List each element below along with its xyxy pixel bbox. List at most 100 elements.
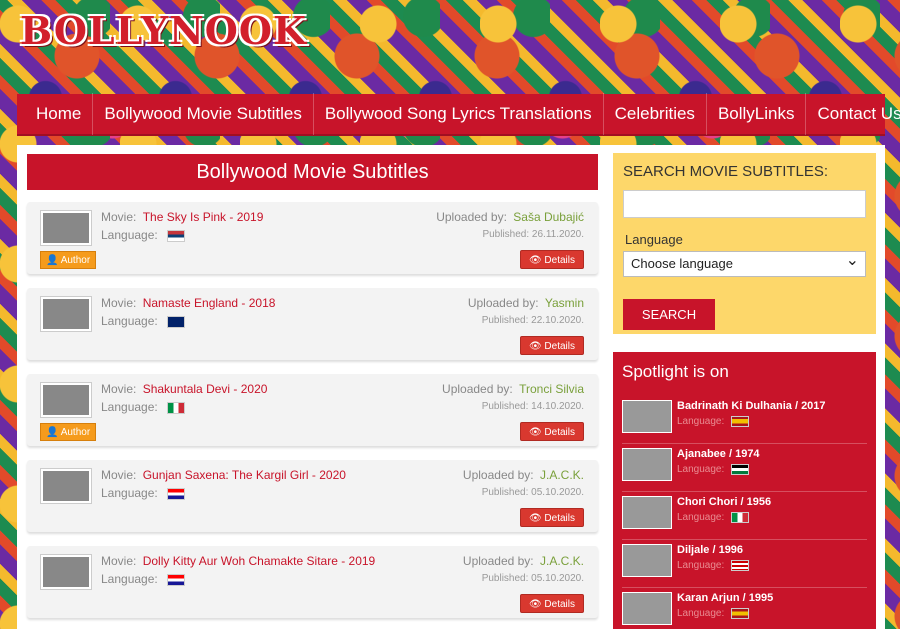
details-label: Details bbox=[544, 513, 575, 524]
movie-row: Movie: Shakuntala Devi - 2020 bbox=[101, 382, 267, 396]
movie-thumbnail[interactable] bbox=[40, 210, 92, 246]
language-label: Language: bbox=[101, 400, 158, 414]
nav-movie-subtitles[interactable]: Bollywood Movie Subtitles bbox=[93, 93, 314, 135]
movie-label: Movie: bbox=[101, 296, 137, 310]
italy-flag-icon bbox=[167, 401, 186, 414]
details-button[interactable]: 👁 Details bbox=[519, 508, 584, 527]
movie-thumbnail[interactable] bbox=[40, 554, 92, 590]
language-row: Language: bbox=[101, 228, 186, 242]
spotlight-title[interactable]: Chori Chori / 1956 bbox=[677, 496, 771, 508]
spotlight-thumbnail[interactable] bbox=[622, 448, 672, 481]
page-title: Bollywood Movie Subtitles bbox=[27, 154, 598, 190]
language-label: Language: bbox=[101, 486, 158, 500]
author-button[interactable]: 👤 Author bbox=[40, 423, 97, 441]
search-button[interactable]: SEARCH bbox=[623, 299, 715, 330]
details-label: Details bbox=[544, 599, 575, 610]
spotlight-title[interactable]: Karan Arjun / 1995 bbox=[677, 592, 773, 604]
spotlight-title[interactable]: Badrinath Ki Dulhania / 2017 bbox=[677, 400, 826, 412]
language-row: Language: bbox=[101, 314, 186, 328]
italy-flag-icon bbox=[731, 512, 750, 523]
spotlight-item[interactable]: Karan Arjun / 1995 Language: bbox=[622, 588, 867, 629]
details-label: Details bbox=[544, 341, 575, 352]
language-label: Language bbox=[625, 232, 683, 247]
author-label: Author bbox=[60, 427, 91, 438]
spotlight-title[interactable]: Ajanabee / 1974 bbox=[677, 448, 760, 460]
language-label: Language: bbox=[101, 572, 158, 586]
movie-label: Movie: bbox=[101, 382, 137, 396]
language-select[interactable]: Choose language bbox=[623, 250, 866, 277]
uploaded-by-label: Uploaded by: bbox=[436, 210, 507, 224]
movie-row: Movie: Namaste England - 2018 bbox=[101, 296, 275, 310]
spotlight-title[interactable]: Diljale / 1996 bbox=[677, 544, 743, 556]
uploader-row: Uploaded by: Saša Dubajić bbox=[436, 210, 584, 224]
subtitle-card: Movie: Gunjan Saxena: The Kargil Girl - … bbox=[27, 460, 598, 532]
nav-contact[interactable]: Contact Us bbox=[806, 93, 900, 135]
subtitle-card: Movie: The Sky Is Pink - 2019 Language: … bbox=[27, 202, 598, 274]
published-date: Published: 05.10.2020. bbox=[481, 487, 584, 498]
uploader-row: Uploaded by: J.A.C.K. bbox=[463, 468, 584, 482]
author-label: Author bbox=[60, 255, 91, 266]
subtitle-card: Movie: Shakuntala Devi - 2020 Language: … bbox=[27, 374, 598, 446]
movie-row: Movie: Gunjan Saxena: The Kargil Girl - … bbox=[101, 468, 346, 482]
nav-bollylinks[interactable]: BollyLinks bbox=[707, 93, 807, 135]
details-button[interactable]: 👁 Details bbox=[519, 250, 584, 269]
spotlight-language-label: Language: bbox=[677, 464, 725, 476]
spotlight-item[interactable]: Diljale / 1996 Language: bbox=[622, 540, 867, 588]
uploader-row: Uploaded by: Tronci Silvia bbox=[442, 382, 584, 396]
uploader-name[interactable]: J.A.C.K. bbox=[540, 554, 584, 568]
movie-thumbnail[interactable] bbox=[40, 468, 92, 504]
details-label: Details bbox=[544, 427, 575, 438]
uploader-row: Uploaded by: Yasmin bbox=[468, 296, 584, 310]
movie-thumbnail[interactable] bbox=[40, 382, 92, 418]
published-date: Published: 05.10.2020. bbox=[481, 573, 584, 584]
movie-thumbnail[interactable] bbox=[40, 296, 92, 332]
spotlight-item[interactable]: Ajanabee / 1974 Language: bbox=[622, 444, 867, 492]
details-button[interactable]: 👁 Details bbox=[519, 422, 584, 441]
spotlight-item[interactable]: Badrinath Ki Dulhania / 2017 Language: bbox=[622, 396, 867, 444]
spain-flag-icon bbox=[731, 416, 750, 427]
croatia-flag-icon bbox=[167, 487, 186, 500]
movie-label: Movie: bbox=[101, 554, 137, 568]
nav-song-lyrics[interactable]: Bollywood Song Lyrics Translations bbox=[314, 93, 604, 135]
spotlight-language: Language: bbox=[677, 608, 750, 619]
spotlight-thumbnail[interactable] bbox=[622, 496, 672, 529]
uploader-name[interactable]: Saša Dubajić bbox=[513, 210, 584, 224]
nav-home[interactable]: Home bbox=[25, 93, 94, 135]
spotlight-thumbnail[interactable] bbox=[622, 592, 672, 625]
uploaded-by-label: Uploaded by: bbox=[442, 382, 513, 396]
main-nav: Home Bollywood Movie Subtitles Bollywood… bbox=[17, 93, 900, 136]
movie-title[interactable]: The Sky Is Pink - 2019 bbox=[143, 210, 264, 224]
search-title: SEARCH MOVIE SUBTITLES: bbox=[623, 163, 829, 180]
spotlight-language-label: Language: bbox=[677, 416, 725, 428]
author-button[interactable]: 👤 Author bbox=[40, 251, 97, 269]
uploader-name[interactable]: Tronci Silvia bbox=[519, 382, 584, 396]
uploader-row: Uploaded by: J.A.C.K. bbox=[463, 554, 584, 568]
subtitle-card: Movie: Namaste England - 2018 Language: … bbox=[27, 288, 598, 360]
uploader-name[interactable]: Yasmin bbox=[545, 296, 584, 310]
nav-celebrities[interactable]: Celebrities bbox=[604, 93, 707, 135]
spotlight-thumbnail[interactable] bbox=[622, 400, 672, 433]
spotlight-item[interactable]: Chori Chori / 1956 Language: bbox=[622, 492, 867, 540]
serbia-flag-icon bbox=[167, 229, 186, 242]
spotlight-language: Language: bbox=[677, 512, 750, 523]
search-input[interactable] bbox=[623, 190, 866, 218]
spotlight-thumbnail[interactable] bbox=[622, 544, 672, 577]
content-area: Bollywood Movie Subtitles Movie: The Sky… bbox=[17, 145, 885, 629]
details-label: Details bbox=[544, 255, 575, 266]
movie-row: Movie: Dolly Kitty Aur Woh Chamakte Sita… bbox=[101, 554, 375, 568]
site-logo[interactable]: BOLLYNOOK bbox=[20, 8, 307, 53]
movie-title[interactable]: Gunjan Saxena: The Kargil Girl - 2020 bbox=[143, 468, 346, 482]
published-date: Published: 14.10.2020. bbox=[481, 401, 584, 412]
spain-flag-icon bbox=[731, 608, 750, 619]
malaysia-flag-icon bbox=[731, 560, 750, 571]
spotlight-panel: Spotlight is on Badrinath Ki Dulhania / … bbox=[613, 352, 876, 629]
movie-title[interactable]: Namaste England - 2018 bbox=[143, 296, 276, 310]
uk-flag-icon bbox=[167, 315, 186, 328]
movie-title[interactable]: Dolly Kitty Aur Woh Chamakte Sitare - 20… bbox=[143, 554, 376, 568]
movie-title[interactable]: Shakuntala Devi - 2020 bbox=[143, 382, 268, 396]
language-label: Language: bbox=[101, 228, 158, 242]
details-button[interactable]: 👁 Details bbox=[519, 594, 584, 613]
language-row: Language: bbox=[101, 486, 186, 500]
uploader-name[interactable]: J.A.C.K. bbox=[540, 468, 584, 482]
details-button[interactable]: 👁 Details bbox=[519, 336, 584, 355]
